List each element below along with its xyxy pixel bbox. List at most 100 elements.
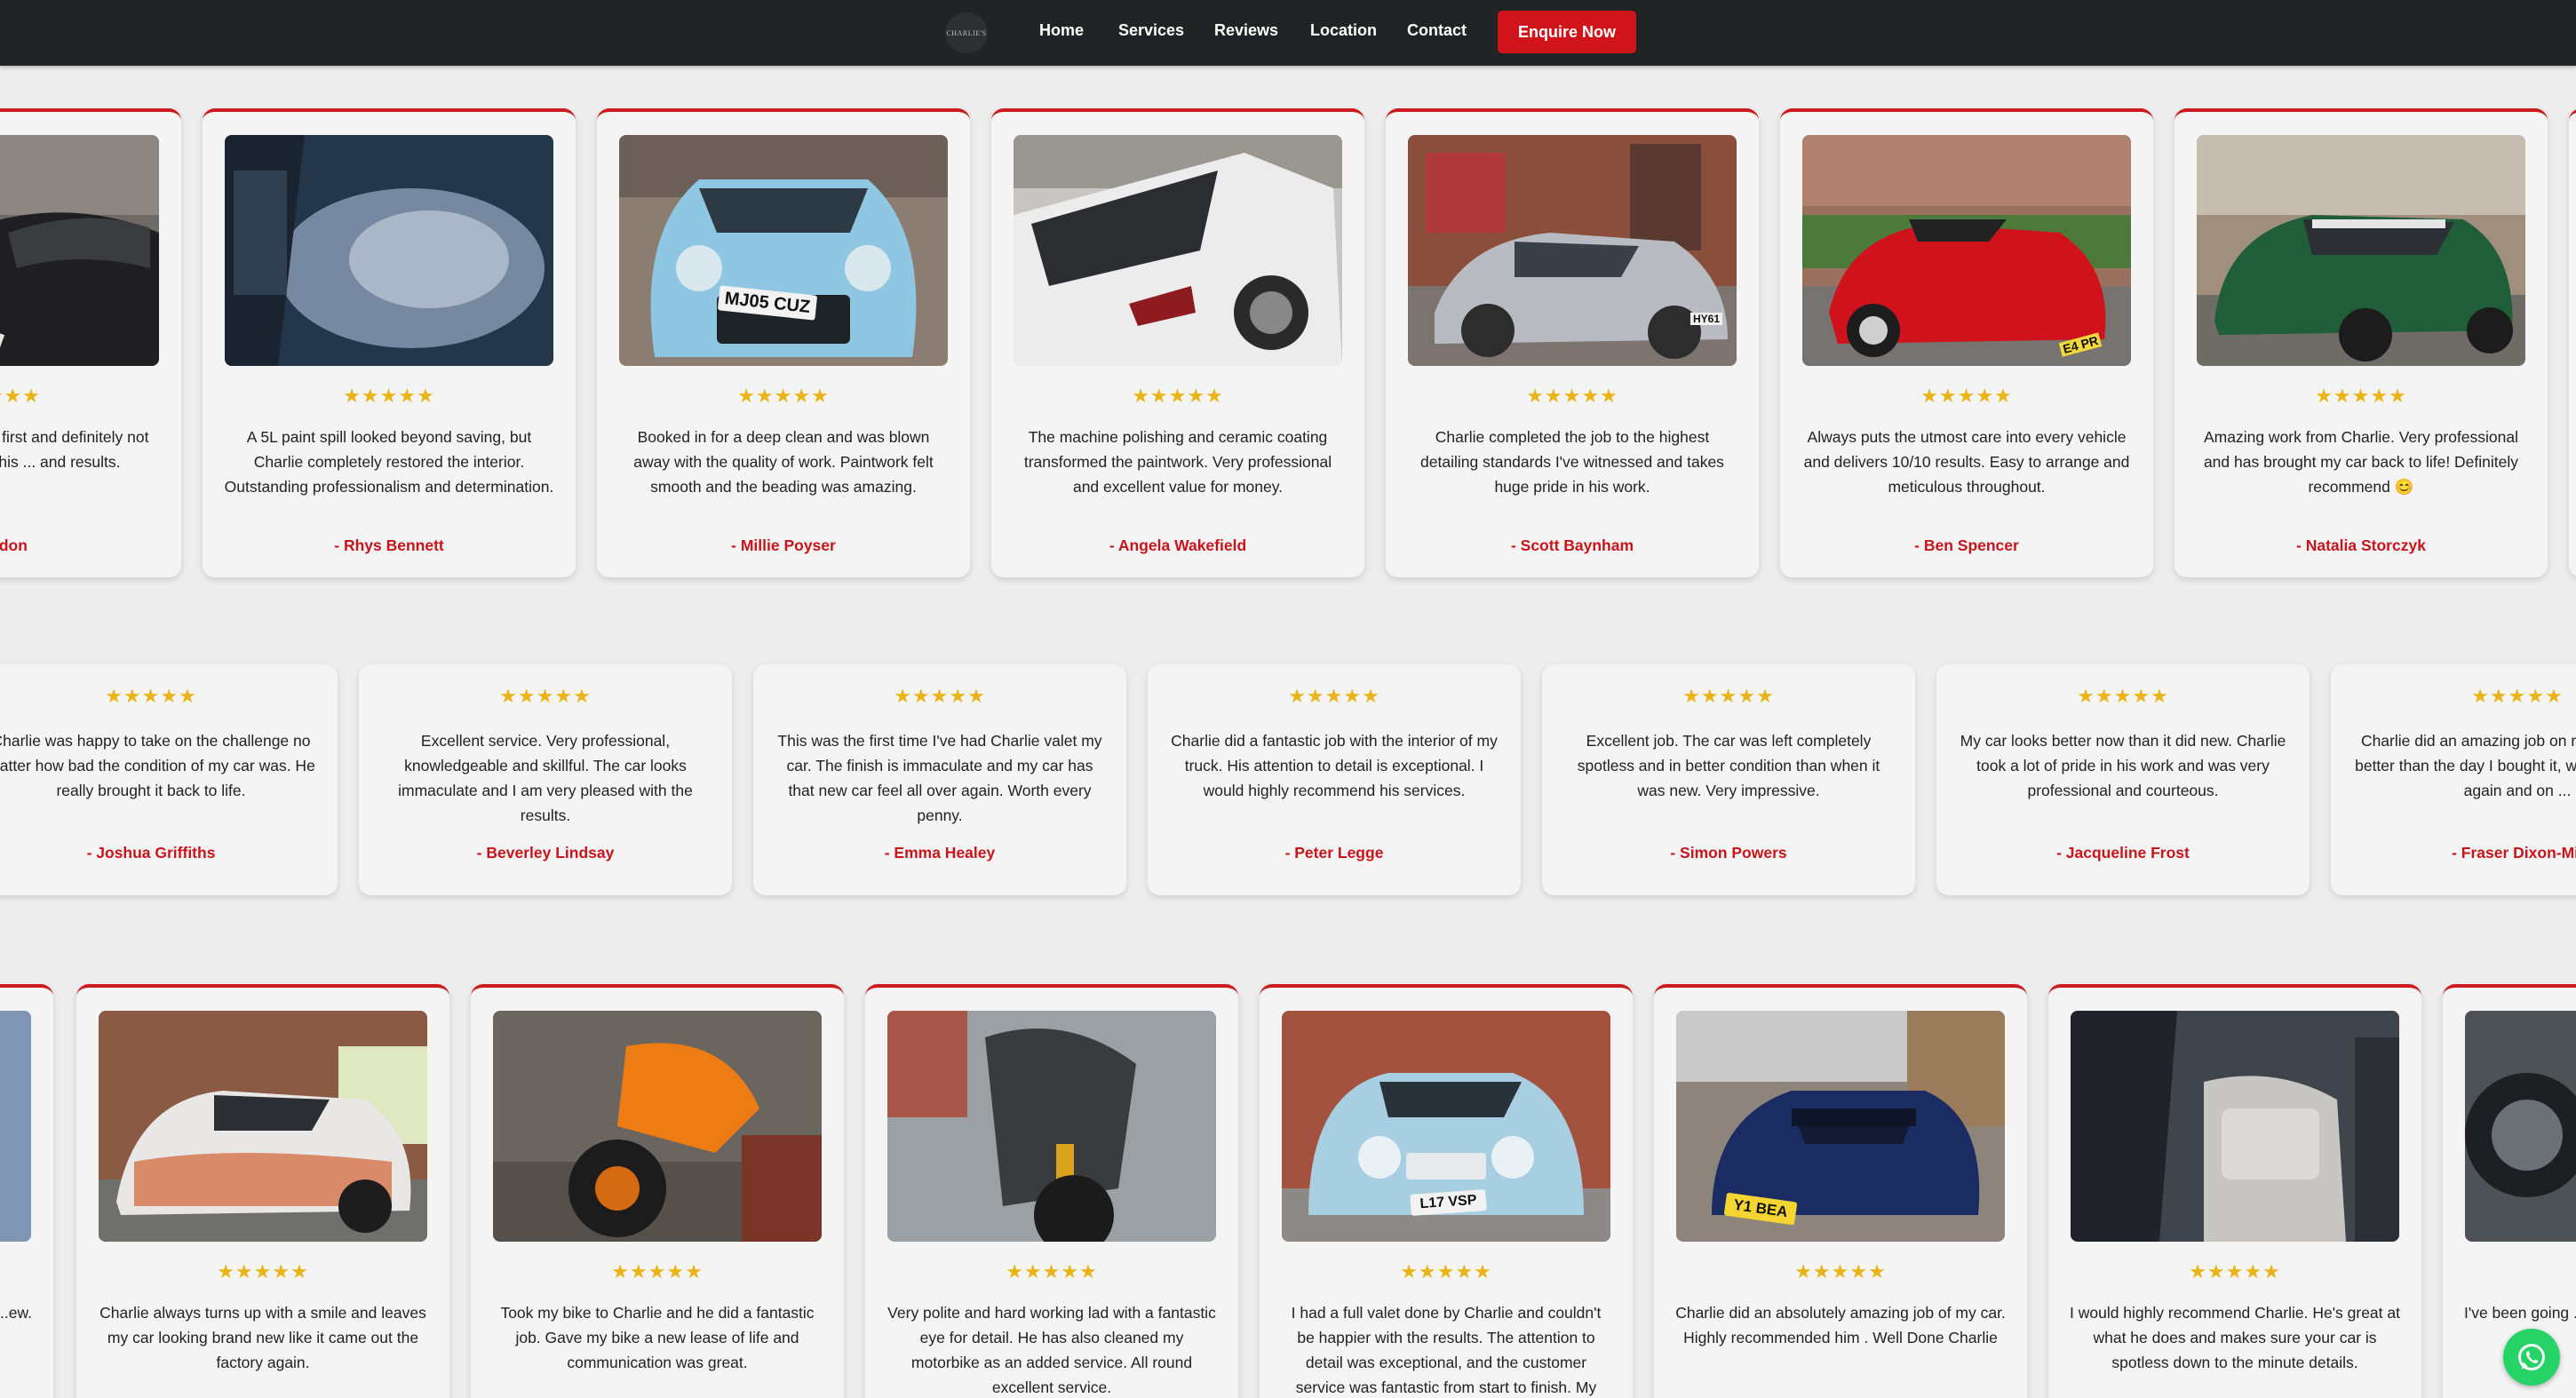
- review-card: E4 PR ★★★★★ Always puts the utmost care …: [1780, 108, 2153, 577]
- rating-stars: ★★★★★: [1682, 685, 1775, 707]
- review-card-partial: [2569, 108, 2576, 577]
- review-text: Amazing work from Charlie. Very professi…: [2203, 428, 2519, 496]
- review-text: Alpine A110S and Audi first and definite…: [0, 428, 149, 471]
- review-photo: MJ05 CUZ: [619, 135, 948, 366]
- review-card: ★★★★★ Charlie was happy to take on the c…: [0, 664, 338, 895]
- review-photo: HY61: [1408, 135, 1737, 366]
- review-author: - Beverley Lindsay: [476, 844, 615, 862]
- rating-stars: ★★★★★: [1400, 1260, 1492, 1283]
- review-card: ★★★★★ The machine polishing and ceramic …: [991, 108, 1364, 577]
- nav-location[interactable]: Location: [1310, 20, 1377, 41]
- rating-stars: ★★★★★: [1132, 385, 1224, 407]
- review-text: Always puts the utmost care into every v…: [1803, 428, 2130, 496]
- reviews-carousel-row-3[interactable]: ★★★★★ ...ent ...ace ...ew. ★★★★★ Charlie…: [0, 981, 2576, 1398]
- rating-stars: ★★★★★: [217, 1260, 309, 1283]
- review-text: Charlie completed the job to the highest…: [1420, 428, 1724, 496]
- review-photo: [0, 1011, 31, 1242]
- review-card: ★★★★★ Very polite and hard working lad w…: [865, 984, 1238, 1398]
- review-author: - Ben Spencer: [1914, 536, 2019, 554]
- review-text: This was the first time I've had Charlie…: [777, 732, 1102, 824]
- rating-stars: ★★★★★: [1526, 385, 1618, 407]
- review-card: ★★★★★ Took my bike to Charlie and he did…: [471, 984, 844, 1398]
- review-photo: [2197, 135, 2525, 366]
- review-card: L17 VSP ★★★★★ I had a full valet done by…: [1260, 984, 1633, 1398]
- plate-text: HY61: [1690, 313, 1723, 325]
- review-text: A 5L paint spill looked beyond saving, b…: [224, 428, 554, 496]
- rating-stars: ★★★★★: [343, 385, 435, 407]
- review-text: Booked in for a deep clean and was blown…: [633, 428, 934, 496]
- review-photo: Y1 BEA: [1676, 1011, 2005, 1242]
- rating-stars: ★★★★★: [894, 685, 986, 707]
- review-text: Charlie was happy to take on the challen…: [0, 732, 315, 799]
- review-card: HY61 ★★★★★ Charlie completed the job to …: [1386, 108, 1759, 577]
- review-author: - Simon Powers: [1670, 844, 1787, 862]
- top-navbar: CHARLIE'S Home Services Reviews Location…: [0, 0, 2576, 66]
- review-text: Charlie did an absolutely amazing job of…: [1675, 1304, 2006, 1346]
- review-author: - Jacqueline Frost: [2056, 844, 2190, 862]
- logo-text: CHARLIE'S: [946, 28, 987, 37]
- rating-stars: ★★★★★: [2315, 385, 2407, 407]
- reviews-carousel-row-1[interactable]: ★★★★★ Alpine A110S and Audi first and de…: [0, 105, 2576, 584]
- review-card: ★★★★★ My car looks better now than it di…: [1936, 664, 2310, 895]
- review-author: - Rhys Bennett: [334, 536, 444, 554]
- review-text: Took my bike to Charlie and he did a fan…: [500, 1304, 815, 1371]
- nav-reviews[interactable]: Reviews: [1214, 20, 1278, 41]
- review-card: MJ05 CUZ ★★★★★ Booked in for a deep clea…: [597, 108, 970, 577]
- review-photo: [1014, 135, 1342, 366]
- review-author: - Fraser Dixon-Mil: [2452, 844, 2576, 862]
- review-card: ★★★★★ Alpine A110S and Audi first and de…: [0, 108, 181, 577]
- rating-stars: ★★★★★: [2471, 685, 2564, 707]
- rating-stars: ★★★★★: [0, 385, 41, 407]
- review-text: The machine polishing and ceramic coatin…: [1023, 428, 1332, 496]
- rating-stars: ★★★★★: [2189, 1260, 2281, 1283]
- rating-stars: ★★★★★: [1006, 1260, 1098, 1283]
- review-author: - Emma Healey: [884, 844, 996, 862]
- review-author: - Angela Wakefield: [1109, 536, 1247, 554]
- enquire-now-button[interactable]: Enquire Now: [1498, 11, 1636, 53]
- review-photo: [0, 135, 159, 366]
- review-text: I had a full valet done by Charlie and c…: [1291, 1304, 1602, 1396]
- review-photo: [493, 1011, 822, 1242]
- review-author: - Peter Legge: [1284, 844, 1384, 862]
- review-card: ★★★★★ Charlie did a fantastic job with t…: [1148, 664, 1521, 895]
- site-logo[interactable]: CHARLIE'S: [945, 12, 988, 53]
- rating-stars: ★★★★★: [0, 1261, 53, 1283]
- review-text: Very polite and hard working lad with a …: [887, 1304, 1216, 1396]
- review-text: Excellent service. Very professional, kn…: [398, 732, 693, 824]
- review-author: - Millie Poyser: [731, 536, 836, 554]
- nav-services[interactable]: Services: [1118, 20, 1184, 41]
- review-text: ...ent ...ace ...ew.: [0, 1304, 32, 1322]
- whatsapp-icon: [2518, 1344, 2545, 1370]
- review-card: ★★★★★ I would highly recommend Charlie. …: [2048, 984, 2421, 1398]
- review-photo: [2071, 1011, 2399, 1242]
- rating-stars: ★★★★★: [499, 685, 592, 707]
- review-photo: [2465, 1011, 2576, 1242]
- reviews-carousel-row-2[interactable]: ★★★★★ Charlie was happy to take on the c…: [0, 661, 2576, 901]
- review-photo: L17 VSP: [1282, 1011, 1610, 1242]
- nav-home[interactable]: Home: [1039, 20, 1084, 41]
- review-card: ★★★★★ Excellent job. The car was left co…: [1542, 664, 1915, 895]
- review-card: ★★★★★ Charlie did an amazing job on my c…: [2331, 664, 2576, 895]
- review-photo: [99, 1011, 427, 1242]
- review-card: ★★★★★ ...ent ...ace ...ew.: [0, 984, 53, 1398]
- rating-stars: ★★★★★: [2077, 685, 2169, 707]
- rating-stars: ★★★★★: [1794, 1260, 1887, 1283]
- review-card: ★★★★★ I've been going ... now ... have .…: [2443, 984, 2576, 1398]
- rating-stars: ★★★★★: [1288, 685, 1380, 707]
- review-text: I've been going ... now ... have ... sa.…: [2464, 1304, 2576, 1322]
- review-photo: [887, 1011, 1216, 1242]
- nav-contact[interactable]: Contact: [1407, 20, 1467, 41]
- review-photo: [225, 135, 553, 366]
- rating-stars: ★★★★★: [1920, 385, 2013, 407]
- review-author: - Scott Baynham: [1510, 536, 1634, 554]
- review-author: - Gordon: [0, 536, 28, 554]
- whatsapp-chat-button[interactable]: [2503, 1329, 2560, 1386]
- review-card: ★★★★★ A 5L paint spill looked beyond sav…: [203, 108, 576, 577]
- review-card: ★★★★★ Charlie always turns up with a smi…: [76, 984, 449, 1398]
- review-card: ★★★★★ Excellent service. Very profession…: [359, 664, 732, 895]
- review-card: ★★★★★ Amazing work from Charlie. Very pr…: [2174, 108, 2548, 577]
- review-text: Charlie always turns up with a smile and…: [99, 1304, 426, 1371]
- rating-stars: ★★★★★: [611, 1260, 704, 1283]
- rating-stars: ★★★★★: [105, 685, 197, 707]
- review-text: My car looks better now than it did new.…: [1960, 732, 2286, 799]
